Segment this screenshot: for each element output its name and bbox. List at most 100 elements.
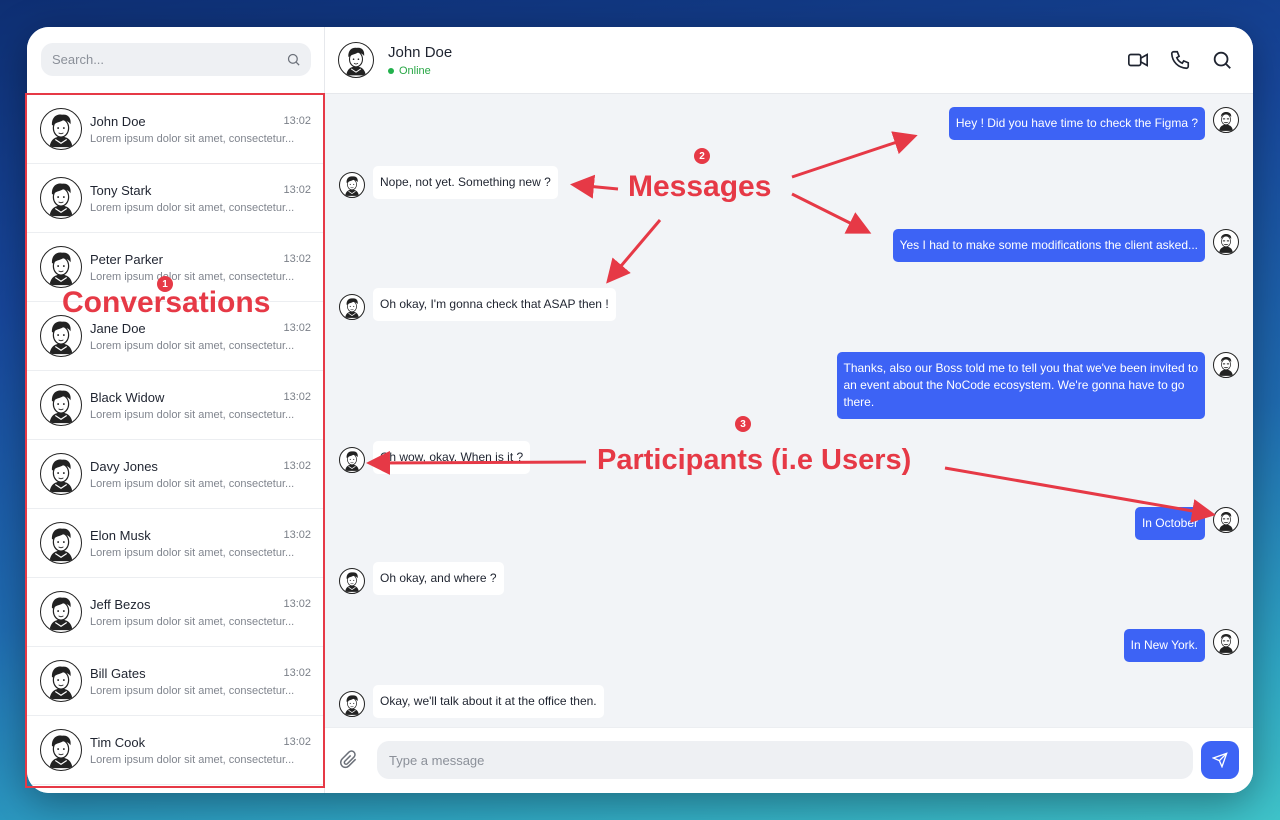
search-placeholder: Search... — [52, 52, 105, 67]
conversation-item[interactable]: Elon Musk 13:02 Lorem ipsum dolor sit amet… — [27, 509, 325, 578]
conversation-item[interactable]: Bill Gates 13:02 Lorem ipsum dolor sit ame… — [27, 647, 325, 716]
conversation-avatar — [40, 177, 82, 219]
conversation-time: 13:02 — [283, 184, 311, 196]
incoming-message: Oh okay, I'm gonna check that ASAP then … — [325, 288, 1253, 324]
annotation-label-messages: Messages — [628, 170, 772, 203]
conversation-name: Peter Parker — [90, 252, 163, 267]
conversation-item[interactable]: Black Widow 13:02 Lorem ipsum dolor sit am… — [27, 371, 325, 440]
participant-avatar[interactable] — [339, 447, 365, 473]
conversation-name: Jane Doe — [90, 321, 146, 336]
chat-panel: John Doe Online Hey ! Did you have time … — [325, 27, 1253, 793]
conversation-item[interactable]: John Doe 13:02 Lorem ipsum dolor sit amet,… — [27, 95, 325, 164]
send-icon — [1212, 752, 1228, 768]
conversation-preview: Lorem ipsum dolor sit amet, consectetur.… — [90, 685, 295, 697]
conversation-preview: Lorem ipsum dolor sit amet, consectetur.… — [90, 754, 295, 766]
conversation-name: Bill Gates — [90, 666, 146, 681]
message-bubble: Oh okay, and where ? — [373, 562, 504, 595]
contact-avatar[interactable] — [338, 42, 374, 78]
chat-window: Search... John Doe 13:02 Lorem ipsum dolor… — [27, 27, 1253, 793]
participant-avatar[interactable] — [1213, 629, 1239, 655]
conversation-preview: Lorem ipsum dolor sit amet, consectetur.… — [90, 133, 295, 145]
conversation-name: Tim Cook — [90, 735, 146, 750]
message-bubble: Hey ! Did you have time to check the Fig… — [948, 107, 1205, 140]
conversation-time: 13:02 — [283, 598, 311, 610]
contact-name: John Doe — [388, 44, 453, 61]
conversation-time: 13:02 — [283, 322, 311, 334]
conversation-avatar — [40, 384, 82, 426]
annotation-badge-2: 2 — [694, 148, 710, 164]
conversation-list: John Doe 13:02 Lorem ipsum dolor sit amet,… — [27, 95, 325, 785]
participant-avatar[interactable] — [339, 172, 365, 198]
conversation-name: Jeff Bezos — [90, 597, 151, 612]
message-bubble: In New York. — [1123, 629, 1205, 662]
incoming-message: Oh okay, and where ? — [325, 562, 1253, 598]
status-text: Online — [399, 65, 431, 77]
outgoing-message: Hey ! Did you have time to check the Fig… — [325, 107, 1253, 141]
conversation-item[interactable]: Tony Stark 13:02 Lorem ipsum dolor sit ame… — [27, 164, 325, 233]
conversation-name: John Doe — [90, 114, 146, 129]
outgoing-message: Yes I had to make some modifications the… — [325, 229, 1253, 263]
message-bubble: Oh wow, okay. When is it ? — [373, 441, 531, 474]
participant-avatar[interactable] — [339, 568, 365, 594]
conversation-name: Black Widow — [90, 390, 165, 405]
conversation-sidebar: Search... John Doe 13:02 Lorem ipsum dolor… — [27, 27, 325, 793]
message-placeholder: Type a message — [389, 752, 485, 768]
participant-avatar[interactable] — [1213, 107, 1239, 133]
conversation-avatar — [40, 729, 82, 771]
conversation-preview: Lorem ipsum dolor sit amet, consectetur.… — [90, 616, 295, 628]
conversation-name: Tony Stark — [90, 183, 152, 198]
send-button[interactable] — [1201, 741, 1239, 779]
conversation-avatar — [40, 108, 82, 150]
conversation-name: Elon Musk — [90, 528, 151, 543]
conversation-time: 13:02 — [283, 529, 311, 541]
contact-status: Online — [388, 65, 431, 77]
message-input[interactable]: Type a message — [377, 741, 1193, 779]
outgoing-message: Thanks, also our Boss told me to tell yo… — [325, 352, 1253, 419]
conversation-avatar — [40, 315, 82, 357]
conversation-preview: Lorem ipsum dolor sit amet, consectetur.… — [90, 547, 295, 559]
incoming-message: Okay, we'll talk about it at the office … — [325, 685, 1253, 721]
header-actions — [1127, 49, 1233, 71]
outgoing-message: In New York. — [325, 629, 1253, 663]
message-bubble: Okay, we'll talk about it at the office … — [373, 685, 604, 718]
conversation-preview: Lorem ipsum dolor sit amet, consectetur.… — [90, 478, 295, 490]
conversation-time: 13:02 — [283, 667, 311, 679]
conversation-avatar — [40, 522, 82, 564]
participant-avatar[interactable] — [339, 294, 365, 320]
chat-header: John Doe Online — [325, 27, 1253, 94]
incoming-message: Nope, not yet. Something new ? — [325, 166, 1253, 202]
paperclip-icon[interactable] — [339, 750, 359, 770]
conversation-preview: Lorem ipsum dolor sit amet, consectetur.… — [90, 202, 295, 214]
message-bubble: Thanks, also our Boss told me to tell yo… — [836, 352, 1205, 419]
annotation-label-participants: Participants (i.e Users) — [597, 444, 912, 476]
conversation-preview: Lorem ipsum dolor sit amet, consectetur.… — [90, 409, 295, 421]
participant-avatar[interactable] — [1213, 229, 1239, 255]
conversation-avatar — [40, 660, 82, 702]
search-input[interactable]: Search... — [41, 43, 311, 76]
message-bubble: Nope, not yet. Something new ? — [373, 166, 558, 199]
conversation-time: 13:02 — [283, 253, 311, 265]
video-camera-icon[interactable] — [1127, 49, 1149, 71]
participant-avatar[interactable] — [1213, 352, 1239, 378]
conversation-preview: Lorem ipsum dolor sit amet, consectetur.… — [90, 271, 295, 283]
participant-avatar[interactable] — [1213, 507, 1239, 533]
conversation-time: 13:02 — [283, 391, 311, 403]
conversation-avatar — [40, 246, 82, 288]
annotation-badge-3: 3 — [735, 416, 751, 432]
conversation-item[interactable]: Davy Jones 13:02 Lorem ipsum dolor sit ame… — [27, 440, 325, 509]
conversation-time: 13:02 — [283, 115, 311, 127]
phone-icon[interactable] — [1169, 49, 1191, 71]
participant-avatar[interactable] — [339, 691, 365, 717]
message-composer: Type a message — [325, 727, 1253, 793]
conversation-avatar — [40, 591, 82, 633]
outgoing-message: In October — [325, 507, 1253, 541]
conversation-item[interactable]: Jeff Bezos 13:02 Lorem ipsum dolor sit ame… — [27, 578, 325, 647]
conversation-avatar — [40, 453, 82, 495]
search-icon[interactable] — [286, 52, 301, 67]
conversation-time: 13:02 — [283, 736, 311, 748]
search-icon[interactable] — [1211, 49, 1233, 71]
conversation-name: Davy Jones — [90, 459, 158, 474]
message-bubble: Oh okay, I'm gonna check that ASAP then … — [373, 288, 616, 321]
message-bubble: In October — [1134, 507, 1205, 540]
conversation-item[interactable]: Tim Cook 13:02 Lorem ipsum dolor sit amet,… — [27, 716, 325, 785]
